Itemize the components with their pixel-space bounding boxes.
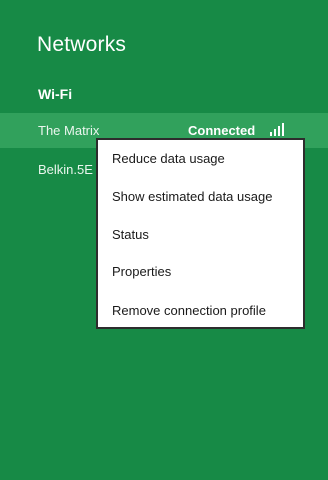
menu-item-status[interactable]: Status: [112, 220, 299, 250]
network-context-menu: Reduce data usage Show estimated data us…: [96, 138, 305, 329]
connection-status: Connected: [188, 123, 256, 138]
panel-title: Networks: [37, 33, 127, 56]
wifi-section-heading: Wi-Fi: [38, 86, 73, 102]
wifi-signal-icon: [268, 122, 288, 136]
network-name: The Matrix: [38, 123, 100, 138]
menu-item-remove-connection-profile[interactable]: Remove connection profile: [112, 296, 299, 326]
menu-item-show-estimated-data-usage[interactable]: Show estimated data usage: [112, 182, 299, 212]
menu-item-reduce-data-usage[interactable]: Reduce data usage: [112, 144, 299, 174]
menu-item-properties[interactable]: Properties: [112, 257, 299, 287]
network-name: Belkin.5E: [38, 162, 93, 177]
